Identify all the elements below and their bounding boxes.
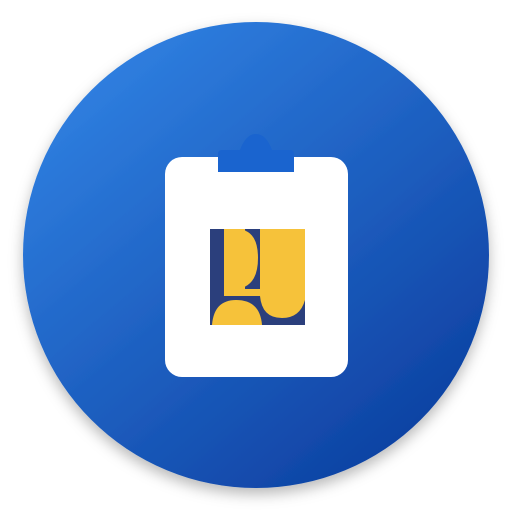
app-icon-canvas [0, 0, 512, 512]
clipboard-pu-logo-icon[interactable] [0, 0, 512, 512]
pu-logo-mark [210, 229, 305, 325]
